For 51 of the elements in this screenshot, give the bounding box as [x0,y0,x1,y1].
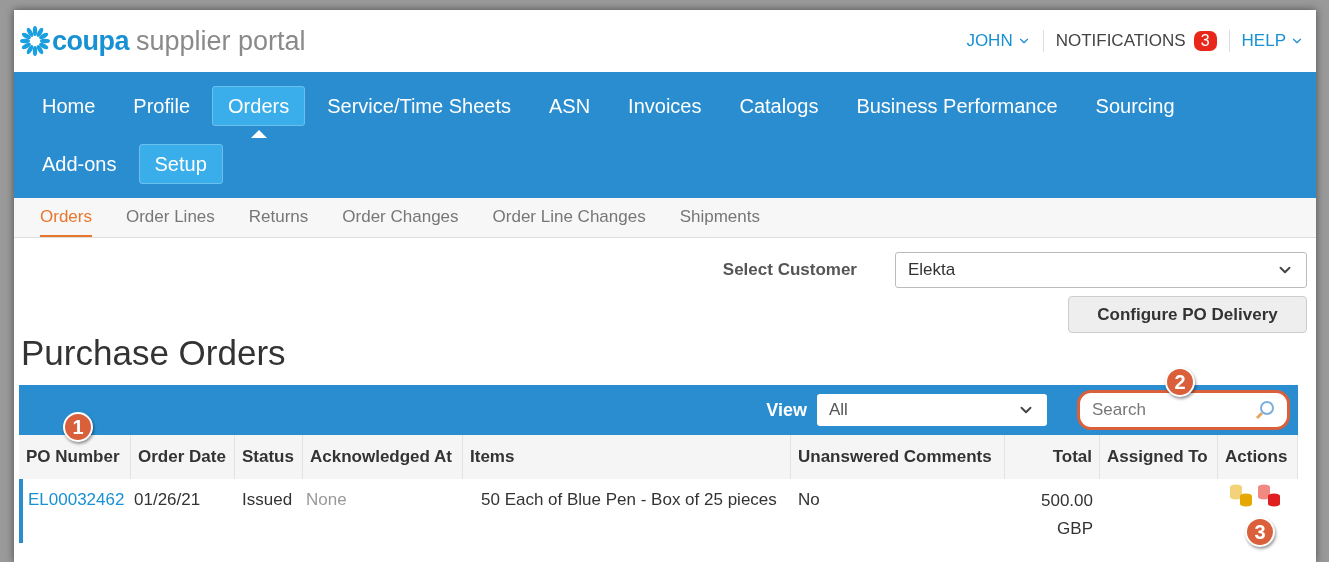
nav-tab[interactable]: Home [26,86,112,126]
nav-tab[interactable]: Sourcing [1079,86,1191,126]
table-cell: Issued [242,490,293,509]
logo[interactable]: coupa supplier portal [18,20,306,62]
column-header[interactable]: Order Date [131,435,235,479]
column-header[interactable]: Items [463,435,791,479]
nav-tab[interactable]: Setup [138,144,223,184]
sub-tab[interactable]: Returns [248,198,309,237]
sub-tab[interactable]: Shipments [679,198,760,237]
configure-po-delivery-button[interactable]: Configure PO Delivery [1068,296,1307,333]
search-field[interactable]: Search [1077,390,1290,430]
table-cell: 50 Each of Blue Pen - Box of 25 pieces [481,490,777,509]
column-header[interactable]: Acknowledged At [303,435,463,479]
column-header[interactable]: Total [1005,435,1100,479]
coins-icon[interactable] [1228,483,1254,507]
field-label: Select Customer [722,259,857,282]
nav-tab[interactable]: ASN [532,86,607,126]
sub-tab[interactable]: Order Changes [342,198,459,237]
nav-tab[interactable]: Profile [117,86,207,126]
table-cell: 01/26/21 [134,490,201,509]
notification-count: 3 [1193,31,1217,51]
sunburst-icon [18,26,52,56]
sub-tab[interactable]: Order Lines [125,198,215,237]
column-header[interactable]: Status [235,435,303,479]
column-header[interactable]: Assigned To [1100,435,1218,479]
callout-marker: 2 [1165,367,1195,397]
nav-tab[interactable]: Invoices [612,86,718,126]
table-cell-text: 500.00 [1041,490,1093,512]
table-cell: No [798,490,820,509]
customer-select[interactable]: Elekta [895,252,1307,288]
column-header[interactable]: Actions [1218,435,1298,479]
page-title: Purchase Orders [21,332,287,374]
help-menu[interactable]: HELP [1229,28,1304,54]
nav-tab[interactable]: Catalogs [723,86,835,126]
sub-tab[interactable]: Order Line Changes [492,198,646,237]
coins-icon[interactable] [1256,483,1282,507]
nav-tab[interactable]: Add-ons [26,144,133,184]
view-label: View [766,398,807,422]
view-select[interactable]: All [817,394,1047,426]
notifications-link[interactable]: NOTIFICATIONS 3 [1043,28,1229,54]
callout-marker: 3 [1245,517,1275,547]
nav-tab[interactable]: Service/Time Sheets [311,86,527,126]
po-number-link[interactable]: EL00032462 [28,490,125,509]
table-cell: None [306,490,347,509]
search-icon[interactable] [1255,400,1275,420]
sub-tab[interactable]: Orders [40,198,92,237]
column-header[interactable]: Unanswered Comments [791,435,1005,479]
user-menu[interactable]: JOHN [966,28,1043,54]
search-input[interactable]: Search [1092,397,1242,423]
table-cell-text: GBP [1057,518,1093,540]
nav-tab[interactable]: Business Performance [840,86,1074,126]
